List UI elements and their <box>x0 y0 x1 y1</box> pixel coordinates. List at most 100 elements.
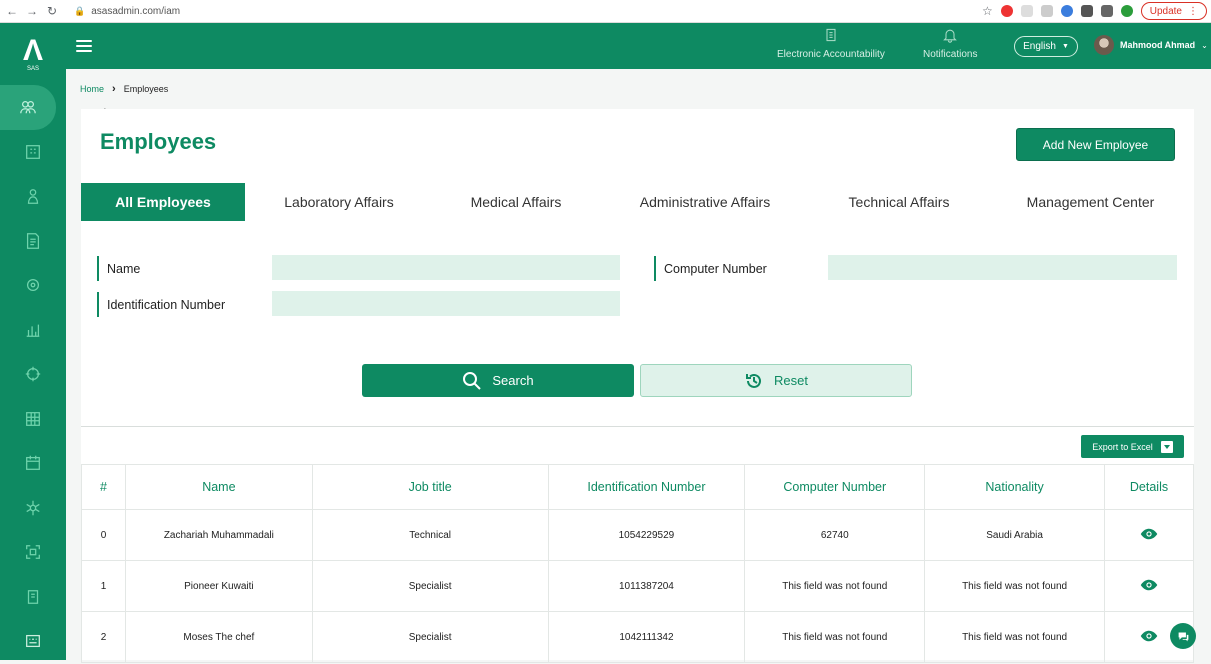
browser-toolbar: ← → ↻ 🔒 asasadmin.com/iam ☆ Update ⋮ <box>0 0 1211 23</box>
tab-medical-affairs[interactable]: Medical Affairs <box>433 183 599 221</box>
user-menu[interactable]: Mahmood Ahmad ⌄ <box>1094 35 1208 55</box>
sidebar-item-grid[interactable] <box>0 397 66 442</box>
computer-number-label: Computer Number <box>654 256 767 281</box>
address-bar[interactable]: 🔒 asasadmin.com/iam <box>74 6 180 17</box>
column-header[interactable]: Name <box>124 464 313 510</box>
settings-icon <box>26 279 40 292</box>
computer-number: This field was not found <box>744 611 926 663</box>
bell-icon <box>943 29 958 43</box>
extension-icon[interactable] <box>1020 5 1033 17</box>
employee-name: Zachariah Muhammadali <box>124 509 313 561</box>
chat-button[interactable] <box>1170 623 1196 649</box>
sidebar-item-book[interactable] <box>0 575 66 620</box>
avatar <box>1094 35 1114 55</box>
reset-button[interactable]: Reset <box>640 364 912 397</box>
computer-number-input[interactable] <box>828 255 1177 280</box>
sidebar-item-person[interactable] <box>0 174 66 219</box>
sidebar-item-keyboard[interactable] <box>0 619 66 664</box>
chevron-down-icon: ⌄ <box>1201 40 1208 50</box>
update-button[interactable]: Update ⋮ <box>1140 2 1207 20</box>
details-cell <box>1104 509 1194 561</box>
breadcrumb-home[interactable]: Home <box>80 84 104 94</box>
breadcrumb: Home › Employees <box>80 83 168 95</box>
identification-number: 1042111342 <box>547 611 746 663</box>
employees-card: Employees Add New Employee All Employees… <box>81 109 1194 427</box>
tab-all-employees[interactable]: All Employees <box>81 183 245 221</box>
column-header[interactable]: Job title <box>311 464 549 510</box>
calendar-icon <box>26 456 40 471</box>
eye-icon[interactable] <box>1140 525 1158 543</box>
name-label: Name <box>97 256 140 281</box>
sidebar: Λ SAS <box>0 23 66 660</box>
forward-icon[interactable]: → <box>24 3 40 19</box>
network-icon <box>26 500 40 515</box>
tab-laboratory-affairs[interactable]: Laboratory Affairs <box>245 183 433 221</box>
search-button[interactable]: Search <box>362 364 634 397</box>
add-new-employee-button[interactable]: Add New Employee <box>1016 128 1175 161</box>
breadcrumb-current: Employees <box>123 84 169 94</box>
star-icon[interactable]: ☆ <box>982 4 993 18</box>
sidebar-item-calendar[interactable] <box>0 441 66 486</box>
sidebar-item-target[interactable] <box>0 352 66 397</box>
extension-icon[interactable] <box>1040 5 1053 17</box>
book-icon <box>27 589 39 604</box>
language-select[interactable]: English ▼ <box>1014 36 1078 57</box>
column-header[interactable]: Identification Number <box>547 464 746 510</box>
details-cell <box>1104 560 1194 612</box>
eye-icon[interactable] <box>1140 576 1158 594</box>
language-value: English <box>1023 41 1056 52</box>
sidebar-item-network[interactable] <box>0 486 66 531</box>
grid-icon <box>26 411 40 426</box>
eye-icon[interactable] <box>1140 627 1158 645</box>
tab-technical-affairs[interactable]: Technical Affairs <box>811 183 987 221</box>
sidebar-item-users[interactable] <box>0 85 56 130</box>
column-header[interactable]: Nationality <box>924 464 1106 510</box>
column-header[interactable]: # <box>81 464 126 510</box>
profile-icon[interactable] <box>1120 5 1133 17</box>
notifications-label: Notifications <box>923 49 978 60</box>
reload-icon[interactable]: ↻ <box>44 3 60 19</box>
app-logo[interactable]: Λ SAS <box>0 23 66 85</box>
table-row: 1 Pioneer Kuwaiti Specialist 1011387204 … <box>81 560 1194 612</box>
employees-table: # Name Job title Identification Number C… <box>81 464 1194 663</box>
download-icon <box>1160 440 1173 453</box>
table-row: 2 Moses The chef Specialist 1042111342 T… <box>81 611 1194 663</box>
nationality: This field was not found <box>924 560 1106 612</box>
caret-down-icon: ▼ <box>1061 43 1069 50</box>
reset-label: Reset <box>774 373 808 388</box>
page-title: Employees <box>100 129 217 154</box>
search-icon <box>463 371 482 390</box>
name-input[interactable] <box>272 255 620 280</box>
tab-administrative-affairs[interactable]: Administrative Affairs <box>599 183 811 221</box>
identification-number: 1054229529 <box>547 509 746 561</box>
column-header[interactable]: Computer Number <box>744 464 926 510</box>
sidebar-item-chart[interactable] <box>0 308 66 353</box>
electronic-accountability-link[interactable]: Electronic Accountability <box>777 27 885 60</box>
tab-management-center[interactable]: Management Center <box>987 183 1194 221</box>
puzzle-icon[interactable] <box>1080 5 1093 17</box>
sidebar-item-building[interactable] <box>0 130 66 175</box>
extension-c-icon[interactable] <box>1060 5 1073 17</box>
history-reset-icon <box>746 373 761 388</box>
extension-opera-icon[interactable] <box>1000 5 1013 17</box>
lock-icon: 🔒 <box>74 5 86 16</box>
back-icon[interactable]: ← <box>4 3 20 19</box>
hamburger-menu-icon[interactable] <box>76 40 92 55</box>
sidebar-item-settings[interactable] <box>0 263 66 308</box>
job-title: Specialist <box>311 560 549 612</box>
sidebar-item-document[interactable] <box>0 219 66 264</box>
identification-number-input[interactable] <box>272 291 620 316</box>
job-title: Specialist <box>311 611 549 663</box>
document-icon <box>26 232 40 249</box>
employee-name: Pioneer Kuwaiti <box>124 560 313 612</box>
row-index: 2 <box>81 611 126 663</box>
export-label: Export to Excel <box>1092 441 1153 452</box>
computer-number: This field was not found <box>744 560 926 612</box>
playlist-icon[interactable] <box>1100 5 1113 17</box>
employee-name: Moses The chef <box>124 611 313 663</box>
notifications-link[interactable]: Notifications <box>923 27 977 60</box>
sidebar-item-frame[interactable] <box>0 530 66 575</box>
target-icon <box>25 367 41 382</box>
identification-number: 1011387204 <box>547 560 746 612</box>
export-to-excel-button[interactable]: Export to Excel <box>1081 435 1184 458</box>
